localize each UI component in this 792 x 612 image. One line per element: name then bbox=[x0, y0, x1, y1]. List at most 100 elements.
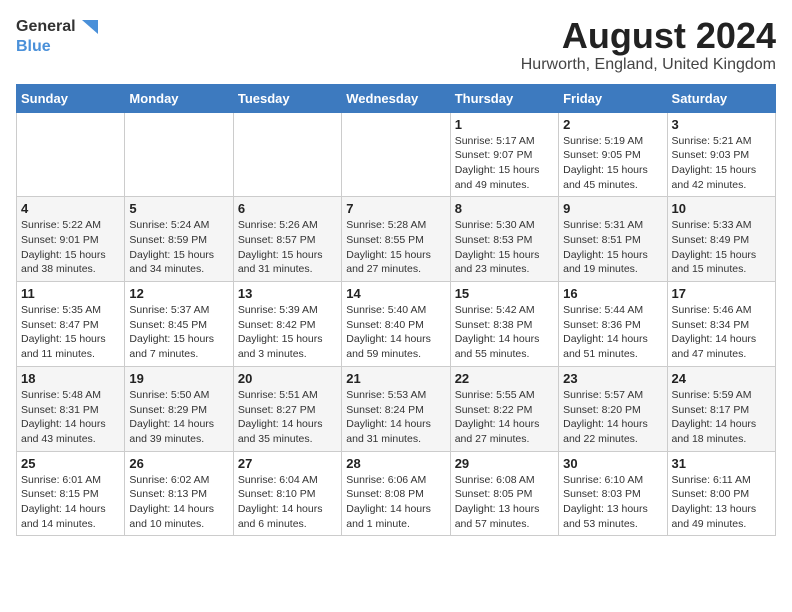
day-number: 31 bbox=[672, 456, 771, 471]
day-info: Sunrise: 6:06 AM Sunset: 8:08 PM Dayligh… bbox=[346, 473, 445, 532]
day-info: Sunrise: 5:50 AM Sunset: 8:29 PM Dayligh… bbox=[129, 388, 228, 447]
day-info: Sunrise: 6:01 AM Sunset: 8:15 PM Dayligh… bbox=[21, 473, 120, 532]
day-number: 26 bbox=[129, 456, 228, 471]
day-info: Sunrise: 5:57 AM Sunset: 8:20 PM Dayligh… bbox=[563, 388, 662, 447]
day-info: Sunrise: 5:19 AM Sunset: 9:05 PM Dayligh… bbox=[563, 134, 662, 193]
day-number: 7 bbox=[346, 201, 445, 216]
day-number: 12 bbox=[129, 286, 228, 301]
day-number: 2 bbox=[563, 117, 662, 132]
calendar-cell: 23 Sunrise: 5:57 AM Sunset: 8:20 PM Dayli… bbox=[559, 366, 667, 451]
day-info: Sunrise: 5:28 AM Sunset: 8:55 PM Dayligh… bbox=[346, 218, 445, 277]
calendar-cell: 7 Sunrise: 5:28 AM Sunset: 8:55 PM Daylig… bbox=[342, 197, 450, 282]
calendar-week-1: 4 Sunrise: 5:22 AM Sunset: 9:01 PM Daylig… bbox=[17, 197, 776, 282]
col-header-saturday: Saturday bbox=[667, 84, 775, 112]
subtitle: Hurworth, England, United Kingdom bbox=[521, 56, 776, 74]
calendar: SundayMondayTuesdayWednesdayThursdayFrid… bbox=[16, 84, 776, 537]
calendar-cell: 9Sunrise: 5:31 AM Sunset: 8:51 PM Daylig… bbox=[559, 197, 667, 282]
calendar-cell: 11 Sunrise: 5:35 AM Sunset: 8:47 PM Dayli… bbox=[17, 282, 125, 367]
logo-blue: Blue bbox=[16, 38, 100, 56]
day-number: 22 bbox=[455, 371, 554, 386]
calendar-cell: 24 Sunrise: 5:59 AM Sunset: 8:17 PM Dayli… bbox=[667, 366, 775, 451]
day-number: 25 bbox=[21, 456, 120, 471]
day-info: Sunrise: 5:24 AM Sunset: 8:59 PM Dayligh… bbox=[129, 218, 228, 277]
calendar-cell: 8Sunrise: 5:30 AM Sunset: 8:53 PM Daylig… bbox=[450, 197, 558, 282]
calendar-cell: 25 Sunrise: 6:01 AM Sunset: 8:15 PM Dayli… bbox=[17, 451, 125, 536]
day-number: 20 bbox=[238, 371, 337, 386]
day-number: 9 bbox=[563, 201, 662, 216]
day-info: Sunrise: 6:08 AM Sunset: 8:05 PM Dayligh… bbox=[455, 473, 554, 532]
day-info: Sunrise: 5:55 AM Sunset: 8:22 PM Dayligh… bbox=[455, 388, 554, 447]
calendar-cell: 18 Sunrise: 5:48 AM Sunset: 8:31 PM Dayli… bbox=[17, 366, 125, 451]
calendar-cell: 20 Sunrise: 5:51 AM Sunset: 8:27 PM Dayli… bbox=[233, 366, 341, 451]
calendar-week-0: 1 Sunrise: 5:17 AM Sunset: 9:07 PM Daylig… bbox=[17, 112, 776, 197]
logo-general: General bbox=[16, 18, 76, 36]
calendar-cell: 17 Sunrise: 5:46 AM Sunset: 8:34 PM Dayli… bbox=[667, 282, 775, 367]
day-number: 4 bbox=[21, 201, 120, 216]
calendar-cell: 3 Sunrise: 5:21 AM Sunset: 9:03 PM Daylig… bbox=[667, 112, 775, 197]
day-info: Sunrise: 5:39 AM Sunset: 8:42 PM Dayligh… bbox=[238, 303, 337, 362]
logo: General Blue bbox=[16, 16, 100, 56]
calendar-week-4: 25 Sunrise: 6:01 AM Sunset: 8:15 PM Dayli… bbox=[17, 451, 776, 536]
col-header-wednesday: Wednesday bbox=[342, 84, 450, 112]
day-info: Sunrise: 5:59 AM Sunset: 8:17 PM Dayligh… bbox=[672, 388, 771, 447]
day-number: 6 bbox=[238, 201, 337, 216]
day-number: 21 bbox=[346, 371, 445, 386]
day-number: 3 bbox=[672, 117, 771, 132]
day-number: 18 bbox=[21, 371, 120, 386]
day-number: 30 bbox=[563, 456, 662, 471]
day-info: Sunrise: 5:17 AM Sunset: 9:07 PM Dayligh… bbox=[455, 134, 554, 193]
day-number: 1 bbox=[455, 117, 554, 132]
day-number: 23 bbox=[563, 371, 662, 386]
day-info: Sunrise: 5:46 AM Sunset: 8:34 PM Dayligh… bbox=[672, 303, 771, 362]
col-header-tuesday: Tuesday bbox=[233, 84, 341, 112]
col-header-friday: Friday bbox=[559, 84, 667, 112]
day-info: Sunrise: 5:35 AM Sunset: 8:47 PM Dayligh… bbox=[21, 303, 120, 362]
calendar-cell: 2 Sunrise: 5:19 AM Sunset: 9:05 PM Daylig… bbox=[559, 112, 667, 197]
logo-triangle-icon bbox=[78, 16, 100, 38]
calendar-cell: 13Sunrise: 5:39 AM Sunset: 8:42 PM Dayli… bbox=[233, 282, 341, 367]
title-area: August 2024 Hurworth, England, United Ki… bbox=[521, 16, 776, 74]
day-info: Sunrise: 5:53 AM Sunset: 8:24 PM Dayligh… bbox=[346, 388, 445, 447]
day-number: 19 bbox=[129, 371, 228, 386]
day-info: Sunrise: 6:11 AM Sunset: 8:00 PM Dayligh… bbox=[672, 473, 771, 532]
day-info: Sunrise: 6:02 AM Sunset: 8:13 PM Dayligh… bbox=[129, 473, 228, 532]
day-number: 14 bbox=[346, 286, 445, 301]
calendar-cell: 19 Sunrise: 5:50 AM Sunset: 8:29 PM Dayli… bbox=[125, 366, 233, 451]
day-info: Sunrise: 5:21 AM Sunset: 9:03 PM Dayligh… bbox=[672, 134, 771, 193]
col-header-monday: Monday bbox=[125, 84, 233, 112]
calendar-cell bbox=[342, 112, 450, 197]
calendar-cell bbox=[125, 112, 233, 197]
day-number: 11 bbox=[21, 286, 120, 301]
col-header-thursday: Thursday bbox=[450, 84, 558, 112]
calendar-cell: 15Sunrise: 5:42 AM Sunset: 8:38 PM Dayli… bbox=[450, 282, 558, 367]
day-info: Sunrise: 6:10 AM Sunset: 8:03 PM Dayligh… bbox=[563, 473, 662, 532]
col-header-sunday: Sunday bbox=[17, 84, 125, 112]
day-number: 27 bbox=[238, 456, 337, 471]
calendar-cell: 6 Sunrise: 5:26 AM Sunset: 8:57 PM Daylig… bbox=[233, 197, 341, 282]
calendar-cell: 21 Sunrise: 5:53 AM Sunset: 8:24 PM Dayli… bbox=[342, 366, 450, 451]
day-info: Sunrise: 5:22 AM Sunset: 9:01 PM Dayligh… bbox=[21, 218, 120, 277]
day-info: Sunrise: 5:26 AM Sunset: 8:57 PM Dayligh… bbox=[238, 218, 337, 277]
day-info: Sunrise: 6:04 AM Sunset: 8:10 PM Dayligh… bbox=[238, 473, 337, 532]
header: General Blue August 2024 Hurworth, Engla… bbox=[16, 16, 776, 74]
day-number: 17 bbox=[672, 286, 771, 301]
day-number: 10 bbox=[672, 201, 771, 216]
day-info: Sunrise: 5:30 AM Sunset: 8:53 PM Dayligh… bbox=[455, 218, 554, 277]
day-info: Sunrise: 5:48 AM Sunset: 8:31 PM Dayligh… bbox=[21, 388, 120, 447]
day-info: Sunrise: 5:51 AM Sunset: 8:27 PM Dayligh… bbox=[238, 388, 337, 447]
day-info: Sunrise: 5:37 AM Sunset: 8:45 PM Dayligh… bbox=[129, 303, 228, 362]
day-number: 24 bbox=[672, 371, 771, 386]
calendar-cell: 26 Sunrise: 6:02 AM Sunset: 8:13 PM Dayli… bbox=[125, 451, 233, 536]
calendar-cell: 5Sunrise: 5:24 AM Sunset: 8:59 PM Daylig… bbox=[125, 197, 233, 282]
calendar-cell bbox=[233, 112, 341, 197]
day-number: 28 bbox=[346, 456, 445, 471]
day-info: Sunrise: 5:40 AM Sunset: 8:40 PM Dayligh… bbox=[346, 303, 445, 362]
day-number: 16 bbox=[563, 286, 662, 301]
day-number: 15 bbox=[455, 286, 554, 301]
calendar-week-2: 11 Sunrise: 5:35 AM Sunset: 8:47 PM Dayli… bbox=[17, 282, 776, 367]
day-info: Sunrise: 5:44 AM Sunset: 8:36 PM Dayligh… bbox=[563, 303, 662, 362]
calendar-cell: 10Sunrise: 5:33 AM Sunset: 8:49 PM Dayli… bbox=[667, 197, 775, 282]
calendar-cell bbox=[17, 112, 125, 197]
calendar-cell: 30 Sunrise: 6:10 AM Sunset: 8:03 PM Dayli… bbox=[559, 451, 667, 536]
calendar-header-row: SundayMondayTuesdayWednesdayThursdayFrid… bbox=[17, 84, 776, 112]
